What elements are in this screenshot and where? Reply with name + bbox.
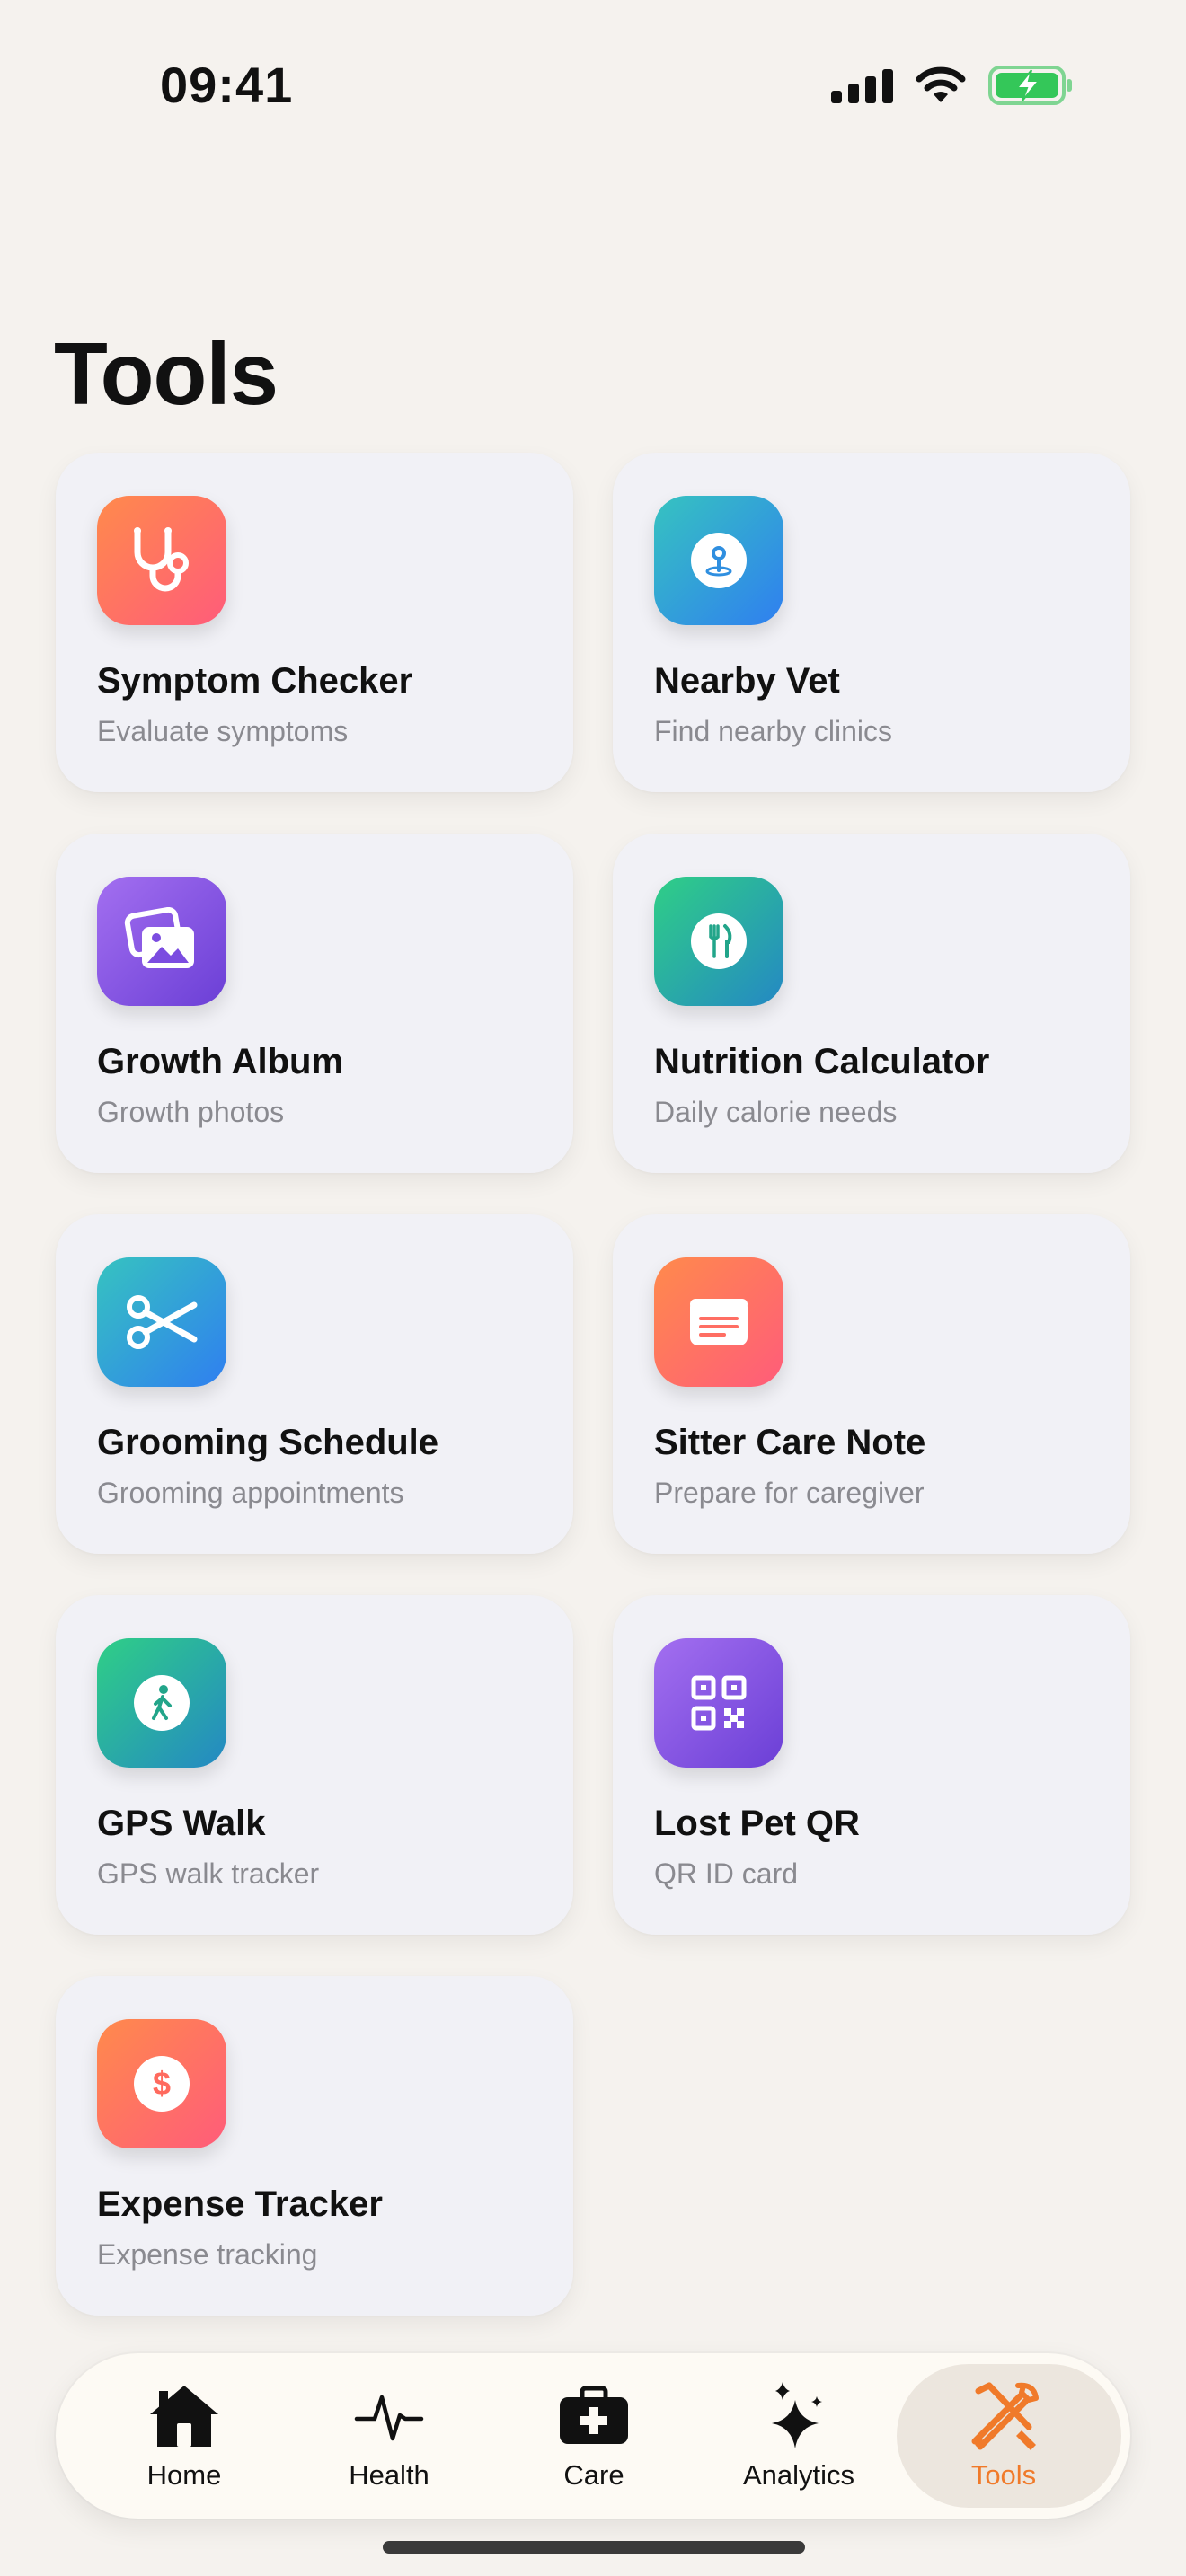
tool-icon-tile xyxy=(654,496,783,625)
tab-label: Care xyxy=(563,2459,624,2491)
tab-label: Home xyxy=(146,2459,222,2491)
tab-analytics[interactable]: Analytics xyxy=(695,2353,902,2519)
tool-title: Nearby Vet xyxy=(654,661,840,701)
tool-icon-tile xyxy=(654,1638,783,1768)
heartbeat-icon xyxy=(349,2380,429,2452)
tool-title: Lost Pet QR xyxy=(654,1804,860,1843)
tool-title: Growth Album xyxy=(97,1042,344,1081)
tab-home[interactable]: Home xyxy=(81,2353,288,2519)
tab-care[interactable]: Care xyxy=(491,2353,697,2519)
photo-album-icon xyxy=(124,907,194,968)
tool-icon-tile xyxy=(97,877,226,1006)
location-pin-icon xyxy=(691,533,747,588)
medical-kit-icon xyxy=(553,2380,634,2452)
tool-card-gps-walk[interactable]: GPS Walk GPS walk tracker xyxy=(56,1595,573,1935)
fork-knife-icon xyxy=(691,913,747,969)
tool-subtitle: GPS walk tracker xyxy=(97,1857,320,1890)
tool-subtitle: Grooming appointments xyxy=(97,1477,404,1509)
stethoscope-icon xyxy=(134,527,189,592)
tools-icon xyxy=(963,2380,1044,2452)
svg-text:$: $ xyxy=(153,2065,171,2102)
tool-title: Grooming Schedule xyxy=(97,1423,439,1462)
scissors-icon xyxy=(127,1295,198,1349)
dollar-icon: $ xyxy=(134,2056,190,2112)
wifi-icon xyxy=(915,66,967,104)
tab-label: Tools xyxy=(970,2459,1037,2491)
battery-charging-icon xyxy=(988,65,1075,106)
tool-card-nutrition-calculator[interactable]: Nutrition Calculator Daily calorie needs xyxy=(613,834,1130,1173)
tool-icon-tile xyxy=(654,877,783,1006)
tool-card-growth-album[interactable]: Growth Album Growth photos xyxy=(56,834,573,1173)
status-icons xyxy=(831,63,1075,108)
tool-subtitle: Find nearby clinics xyxy=(654,715,892,747)
tab-health[interactable]: Health xyxy=(286,2353,492,2519)
qr-code-icon xyxy=(691,1675,747,1731)
tool-icon-tile xyxy=(654,1257,783,1387)
tool-title: Symptom Checker xyxy=(97,661,413,701)
tool-title: Expense Tracker xyxy=(97,2184,383,2224)
house-icon xyxy=(144,2380,225,2452)
tool-card-expense-tracker[interactable]: $ Expense Tracker Expense tracking xyxy=(56,1976,573,2316)
tab-label: Analytics xyxy=(742,2459,855,2491)
tool-card-nearby-vet[interactable]: Nearby Vet Find nearby clinics xyxy=(613,453,1130,792)
status-time: 09:41 xyxy=(160,57,294,113)
tab-label: Health xyxy=(349,2459,429,2491)
status-bar: 09:41 xyxy=(0,0,1186,171)
page-title: Tools xyxy=(54,324,279,423)
tool-subtitle: Growth photos xyxy=(97,1096,285,1128)
tool-card-sitter-care-note[interactable]: Sitter Care Note Prepare for caregiver xyxy=(613,1214,1130,1554)
tool-subtitle: Daily calorie needs xyxy=(654,1096,898,1128)
home-indicator xyxy=(383,2541,805,2554)
tool-card-symptom-checker[interactable]: Symptom Checker Evaluate symptoms xyxy=(56,453,573,792)
tool-icon-tile: $ xyxy=(97,2019,226,2148)
tool-subtitle: Expense tracking xyxy=(97,2238,318,2271)
tool-subtitle: QR ID card xyxy=(654,1857,799,1890)
tool-subtitle: Prepare for caregiver xyxy=(654,1477,925,1509)
tool-title: Nutrition Calculator xyxy=(654,1042,990,1081)
walking-person-icon xyxy=(134,1675,190,1731)
tool-icon-tile xyxy=(97,1257,226,1387)
tab-bar: Home Health Care Analytics Tools xyxy=(56,2353,1130,2519)
tool-icon-tile xyxy=(97,496,226,625)
tool-subtitle: Evaluate symptoms xyxy=(97,715,349,747)
tool-card-lost-pet-qr[interactable]: Lost Pet QR QR ID card xyxy=(613,1595,1130,1935)
cellular-signal-icon xyxy=(831,67,893,103)
tool-title: Sitter Care Note xyxy=(654,1423,926,1462)
note-card-icon xyxy=(690,1299,748,1345)
tool-icon-tile xyxy=(97,1638,226,1768)
tool-title: GPS Walk xyxy=(97,1804,266,1843)
sparkles-icon xyxy=(758,2380,839,2452)
tab-tools[interactable]: Tools xyxy=(897,2353,1121,2519)
tool-card-grooming-schedule[interactable]: Grooming Schedule Grooming appointments xyxy=(56,1214,573,1554)
